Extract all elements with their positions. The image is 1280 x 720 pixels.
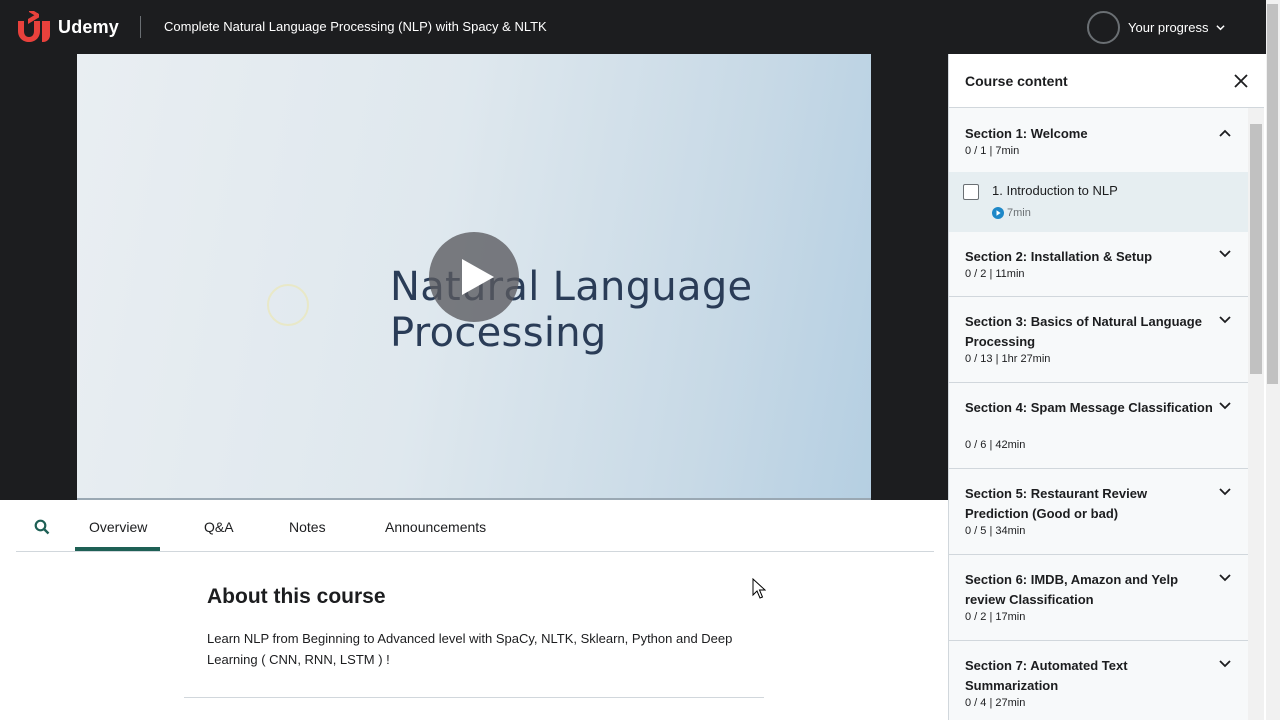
chevron-up-icon: [1219, 129, 1231, 137]
active-tab-indicator: [75, 547, 160, 551]
section-title: Section 6: IMDB, Amazon and Yelp review …: [965, 572, 1179, 607]
close-icon[interactable]: [1233, 73, 1249, 89]
play-button[interactable]: [429, 232, 519, 322]
about-title: About this course: [207, 585, 386, 608]
lecture-duration-text: 7min: [1007, 207, 1031, 219]
tab-notes[interactable]: Notes: [289, 519, 326, 535]
section-meta: 0 / 5 | 34min: [965, 525, 1026, 537]
page-scrollbar-thumb[interactable]: [1267, 4, 1278, 384]
search-icon[interactable]: [34, 519, 50, 535]
chevron-down-icon: [1219, 402, 1231, 410]
play-circle-icon: [992, 207, 1004, 219]
sidebar-scrollbar-thumb[interactable]: [1250, 124, 1262, 374]
mouse-cursor-icon: [752, 578, 766, 599]
top-bar: Udemy Complete Natural Language Processi…: [0, 0, 1280, 54]
section-7[interactable]: Section 7: Automated Text Summarization …: [949, 641, 1249, 720]
chevron-down-icon: [1219, 316, 1231, 324]
section-title: Section 7: Automated Text Summarization: [965, 658, 1128, 693]
section-5[interactable]: Section 5: Restaurant Review Prediction …: [949, 469, 1249, 555]
udemy-logo[interactable]: Udemy: [14, 11, 119, 43]
section-title: Section 2: Installation & Setup: [965, 249, 1153, 264]
sidebar-title: Course content: [965, 73, 1068, 89]
sidebar-header: Course content: [949, 54, 1264, 108]
tab-announcements[interactable]: Announcements: [385, 519, 486, 535]
chevron-down-icon: [1219, 574, 1231, 582]
section-4[interactable]: Section 4: Spam Message Classification 0…: [949, 383, 1249, 469]
video-player[interactable]: Natural Language Processing: [0, 54, 948, 500]
course-tabs: Overview Q&A Notes Announcements: [16, 501, 934, 552]
tab-qa[interactable]: Q&A: [204, 519, 234, 535]
lecture-duration: 7min: [992, 207, 1031, 219]
loading-ring-icon: [267, 284, 309, 326]
course-title[interactable]: Complete Natural Language Processing (NL…: [164, 19, 547, 34]
section-meta: 0 / 4 | 27min: [965, 697, 1026, 709]
section-title: Section 4: Spam Message Classification: [965, 400, 1213, 415]
section-3[interactable]: Section 3: Basics of Natural Language Pr…: [949, 297, 1249, 383]
video-frame[interactable]: Natural Language Processing: [77, 54, 871, 500]
section-2[interactable]: Section 2: Installation & Setup 0 / 2 | …: [949, 232, 1249, 297]
progress-label: Your progress: [1128, 20, 1209, 35]
section-meta: 0 / 13 | 1hr 27min: [965, 353, 1051, 365]
about-divider: [184, 697, 764, 698]
lecture-checkbox[interactable]: [963, 184, 979, 200]
lecture-item[interactable]: 1. Introduction to NLP 7min: [949, 172, 1249, 232]
progress-ring-icon: [1087, 11, 1120, 44]
brand-name: Udemy: [58, 16, 120, 37]
chevron-down-icon: [1219, 250, 1231, 258]
slide-line-2: Processing: [390, 310, 607, 356]
section-meta: 0 / 1 | 7min: [965, 145, 1020, 157]
section-title: Section 3: Basics of Natural Language Pr…: [965, 314, 1202, 349]
section-title: Section 5: Restaurant Review Prediction …: [965, 486, 1148, 521]
play-icon: [462, 259, 494, 295]
section-meta: 0 / 2 | 11min: [965, 268, 1025, 280]
chevron-down-icon: [1216, 25, 1226, 31]
section-meta: 0 / 2 | 17min: [965, 611, 1026, 623]
lecture-title: 1. Introduction to NLP: [992, 183, 1118, 198]
about-description: Learn NLP from Beginning to Advanced lev…: [207, 631, 733, 667]
chevron-down-icon: [1219, 660, 1231, 668]
header-divider: [140, 16, 141, 38]
section-6[interactable]: Section 6: IMDB, Amazon and Yelp review …: [949, 555, 1249, 641]
section-meta: 0 / 6 | 42min: [965, 439, 1026, 451]
chevron-down-icon: [1219, 488, 1231, 496]
tab-overview[interactable]: Overview: [89, 519, 147, 535]
section-title: Section 1: Welcome: [965, 126, 1088, 141]
udemy-logo-icon: [18, 11, 50, 42]
course-content-sidebar: Course content Section 1: Welcome 0 / 1 …: [948, 54, 1264, 720]
your-progress-button[interactable]: Your progress: [1087, 11, 1226, 44]
